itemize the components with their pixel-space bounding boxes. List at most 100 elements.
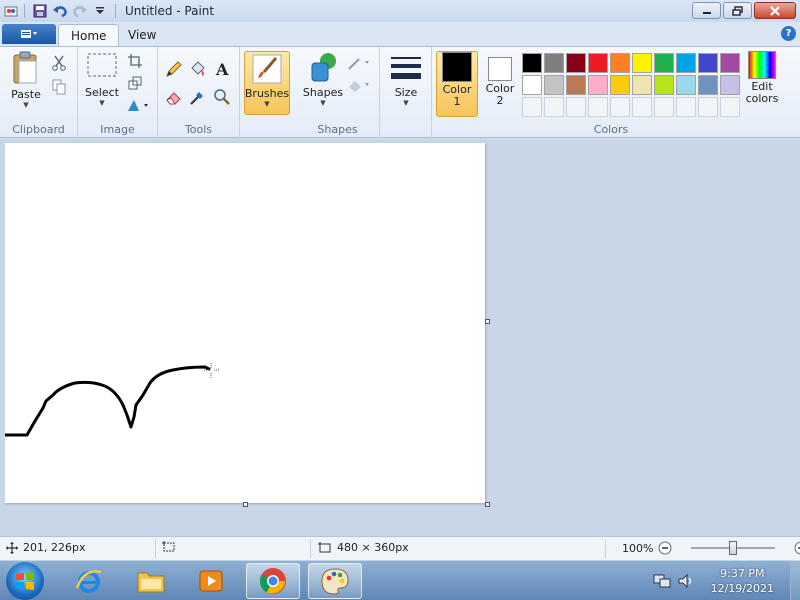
size-button[interactable]: Size ▼ [386, 51, 426, 107]
canvas-workspace[interactable] [0, 139, 800, 536]
tab-view[interactable]: View [116, 24, 168, 46]
magnifier-icon[interactable] [212, 87, 232, 107]
palette-swatch[interactable] [522, 53, 542, 73]
color-palette [522, 53, 740, 117]
redo-icon[interactable] [71, 2, 89, 20]
paint-app-icon[interactable] [2, 2, 20, 20]
palette-swatch[interactable] [522, 97, 542, 117]
palette-swatch[interactable] [698, 53, 718, 73]
taskbar-chrome[interactable] [246, 563, 300, 599]
palette-swatch[interactable] [632, 75, 652, 95]
palette-swatch[interactable] [654, 97, 674, 117]
palette-swatch[interactable] [698, 97, 718, 117]
taskbar: 9:37 PM 12/19/2021 [0, 560, 800, 600]
palette-swatch[interactable] [610, 53, 630, 73]
resize-handle-bottom[interactable] [243, 502, 248, 507]
brushes-group: Brushes ▼ [240, 47, 296, 139]
canvas-size: 480 × 360px [318, 541, 409, 554]
eraser-icon[interactable] [164, 87, 184, 107]
edit-colors-icon [748, 51, 776, 79]
zoom-in-icon[interactable] [794, 541, 800, 555]
ribbon-tabs: Home View ? [0, 22, 800, 46]
undo-icon[interactable] [51, 2, 69, 20]
brushes-button[interactable]: Brushes ▼ [244, 51, 290, 115]
svg-text:A: A [215, 60, 229, 78]
copy-icon[interactable] [49, 77, 69, 97]
palette-swatch[interactable] [676, 75, 696, 95]
taskbar-paint[interactable] [308, 563, 362, 599]
color-picker-icon[interactable] [188, 87, 208, 107]
palette-swatch[interactable] [654, 53, 674, 73]
network-icon[interactable] [653, 573, 671, 589]
resize-handle-right[interactable] [485, 319, 490, 324]
palette-swatch[interactable] [610, 97, 630, 117]
zoom-out-icon[interactable] [658, 541, 672, 555]
palette-swatch[interactable] [544, 53, 564, 73]
zoom-slider[interactable] [691, 541, 776, 555]
taskbar-file-explorer[interactable] [124, 563, 178, 599]
select-button[interactable]: Select ▼ [82, 51, 122, 107]
crosshair-cursor [204, 363, 220, 379]
palette-swatch[interactable] [588, 75, 608, 95]
palette-swatch[interactable] [720, 53, 740, 73]
volume-icon[interactable] [677, 573, 695, 589]
windows-logo-icon [16, 572, 34, 590]
chrome-icon [259, 568, 286, 594]
palette-swatch[interactable] [676, 53, 696, 73]
show-desktop-button[interactable] [790, 561, 800, 600]
palette-swatch[interactable] [698, 75, 718, 95]
customize-dropdown-icon[interactable] [91, 2, 109, 20]
palette-swatch[interactable] [544, 97, 564, 117]
file-menu-button[interactable] [2, 24, 56, 44]
clock[interactable]: 9:37 PM 12/19/2021 [711, 566, 774, 596]
paste-button[interactable]: Paste ▼ [6, 51, 46, 109]
shapes-button[interactable]: Shapes ▼ [300, 51, 346, 107]
rotate-icon[interactable] [125, 95, 151, 115]
palette-swatch[interactable] [632, 97, 652, 117]
palette-swatch[interactable] [610, 75, 630, 95]
taskbar-media-player[interactable] [184, 563, 238, 599]
start-button[interactable] [6, 562, 44, 600]
palette-swatch[interactable] [566, 97, 586, 117]
outline-icon[interactable] [346, 53, 372, 73]
fill-bucket-icon[interactable] [188, 59, 208, 79]
color1-button[interactable]: Color 1 [436, 51, 478, 117]
crop-icon[interactable] [125, 51, 145, 71]
drawing-canvas[interactable] [3, 143, 485, 503]
ribbon: Paste ▼ Clipboard Select ▼ Image A Tools… [0, 46, 800, 139]
palette-swatch[interactable] [588, 97, 608, 117]
palette-swatch[interactable] [566, 75, 586, 95]
tab-home[interactable]: Home [58, 24, 120, 46]
cut-icon[interactable] [49, 53, 69, 73]
palette-swatch[interactable] [720, 97, 740, 117]
size-icon [391, 57, 421, 79]
palette-swatch[interactable] [720, 75, 740, 95]
palette-swatch[interactable] [566, 53, 586, 73]
edit-colors-button[interactable]: Edit colors [742, 51, 782, 105]
minimize-button[interactable] [692, 2, 721, 19]
taskbar-internet-explorer[interactable] [62, 563, 116, 599]
resize-icon[interactable] [125, 73, 145, 93]
image-group: Select ▼ Image [78, 47, 158, 139]
move-icon [6, 541, 18, 554]
palette-swatch[interactable] [632, 53, 652, 73]
colors-group: Color 1 Color 2 Edit colors Colors [432, 47, 790, 139]
clipboard-group: Paste ▼ Clipboard [0, 47, 78, 139]
pencil-icon[interactable] [164, 59, 184, 79]
fill-icon[interactable] [346, 75, 372, 95]
resize-handle-corner[interactable] [485, 502, 490, 507]
palette-swatch[interactable] [654, 75, 674, 95]
palette-swatch[interactable] [544, 75, 564, 95]
close-button[interactable] [754, 2, 796, 19]
color2-button[interactable]: Color 2 [480, 51, 520, 107]
shapes-group: Shapes ▼ Shapes [296, 47, 380, 139]
window-title: Untitled - Paint [125, 4, 215, 18]
palette-swatch[interactable] [676, 97, 696, 117]
help-icon[interactable]: ? [781, 26, 796, 41]
palette-swatch[interactable] [588, 53, 608, 73]
palette-swatch[interactable] [522, 75, 542, 95]
text-icon[interactable]: A [212, 59, 232, 79]
save-icon[interactable] [31, 2, 49, 20]
maximize-button[interactable] [723, 2, 752, 19]
selection-icon [162, 541, 175, 552]
